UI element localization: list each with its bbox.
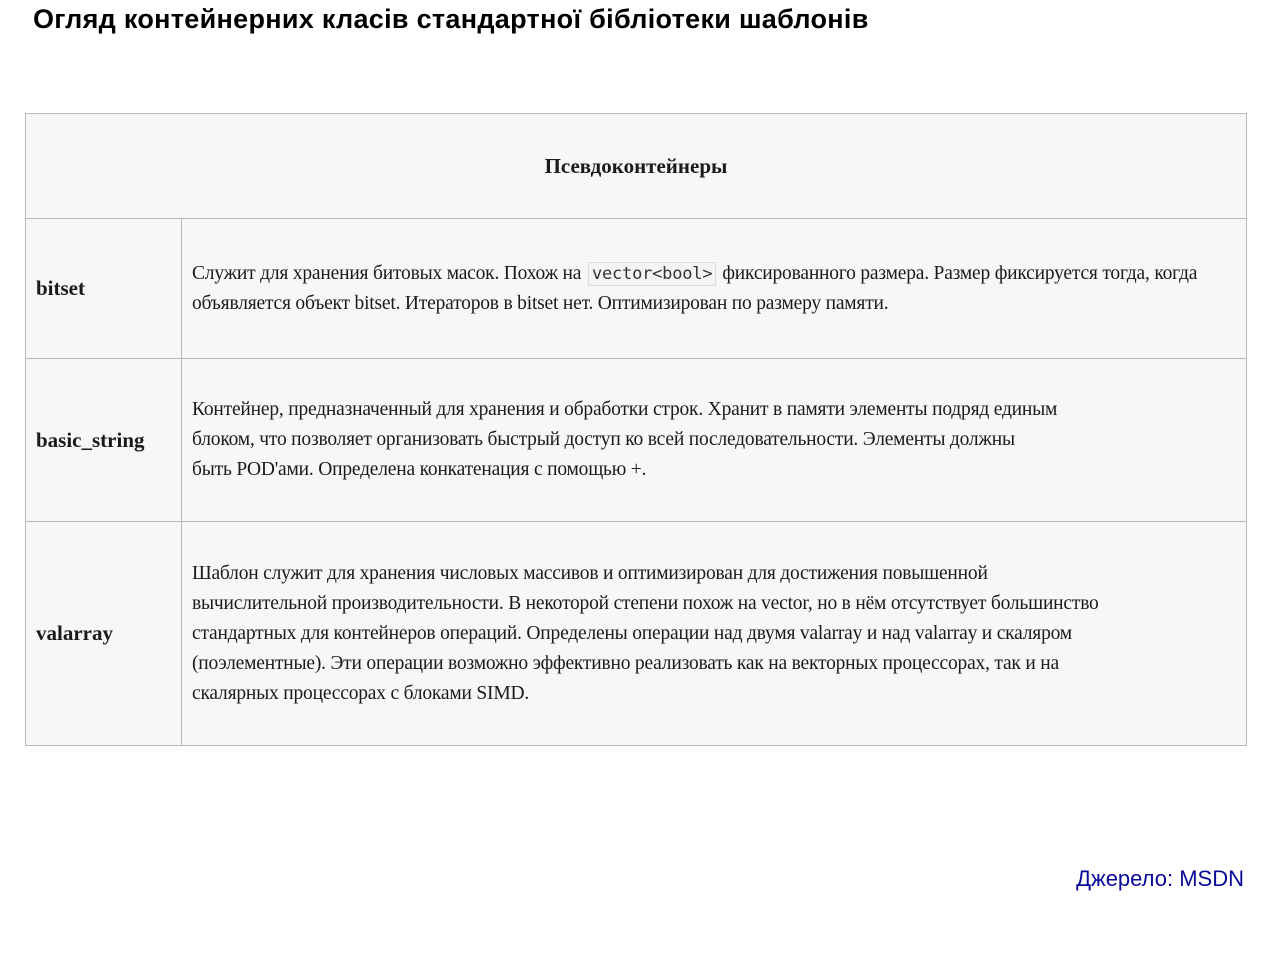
inline-code-vector-bool: vector<bool> [587,261,717,286]
description-text-start: Служит для хранения битовых масок. Похож… [192,262,582,284]
container-name-basic-string: basic_string [25,358,182,522]
table-row-valarray: valarray Шаблон служит для хранения числ… [25,521,1247,746]
container-description-bitset: Служит для хранения битовых масок. Похож… [181,218,1247,359]
table-header-row: Псевдоконтейнеры [25,113,1247,219]
table-row-bitset: bitset Служит для хранения битовых масок… [25,218,1247,359]
container-description-basic-string: Контейнер, предназначенный для хранения … [181,358,1247,522]
description-line: Шаблон служит для хранения числовых масс… [192,562,988,584]
container-description-valarray: Шаблон служит для хранения числовых масс… [181,521,1247,746]
description-line: Контейнер, предназначенный для хранения … [192,399,1058,420]
description-line: скалярных процессорах с блоками SIMD. [192,682,530,704]
description-line: блоком, что позволяет организовать быстр… [192,429,1015,450]
description-line: вычислительной производительности. В нек… [192,592,1099,614]
pseudo-containers-table: Псевдоконтейнеры bitset Служит для хране… [25,113,1247,746]
container-name-bitset: bitset [25,218,182,359]
description-line: (поэлементные). Эти операции возможно эф… [192,652,1059,674]
source-note: Джерело: MSDN [1076,866,1244,891]
description-line: быть POD'ами. Определена конкатенация с … [192,459,647,480]
container-name-valarray: valarray [25,521,182,746]
table-row-basic-string: basic_string Контейнер, предназначенный … [25,358,1247,522]
slide-title: Огляд контейнерних класів стандартної бі… [33,4,869,34]
table-header: Псевдоконтейнеры [25,113,1247,219]
description-line: стандартных для контейнеров операций. Оп… [192,622,1072,644]
